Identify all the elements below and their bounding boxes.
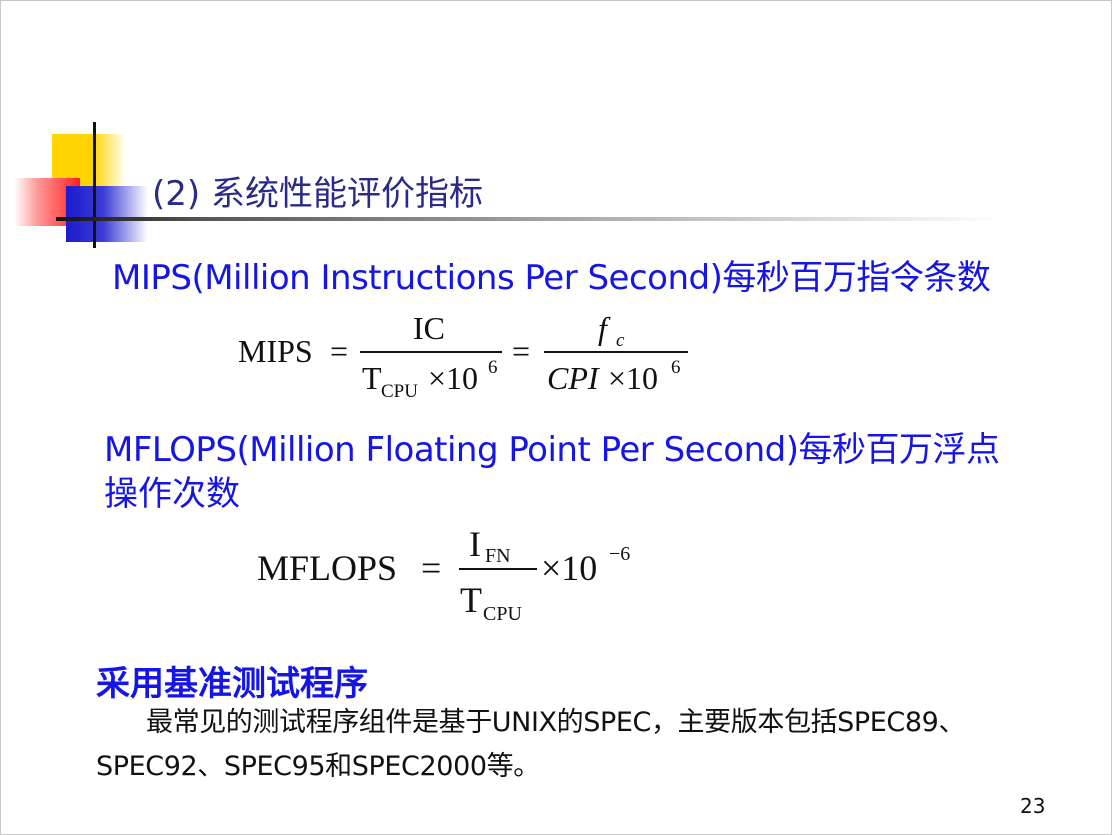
mflops-exp: −6	[609, 543, 630, 565]
slide-title: (2) 系统性能评价指标	[152, 174, 483, 214]
title-underline	[56, 217, 1006, 221]
mips-den-cpu: CPU	[381, 381, 418, 402]
page-number: 23	[1020, 794, 1046, 818]
mips-numerator-ic: IC	[413, 310, 445, 346]
mflops-eq: =	[421, 548, 441, 588]
mips-eq-2: =	[512, 333, 530, 369]
decor-blue-square	[66, 186, 148, 242]
benchmark-heading: 采用基准测试程序	[96, 664, 368, 704]
mflops-lhs: MFLOPS	[257, 548, 397, 588]
mips-den-cpi: CPI	[547, 360, 600, 396]
mips-lhs: MIPS	[238, 333, 313, 369]
mips-den2-times: ×10	[608, 360, 658, 396]
mips-eq-1: =	[330, 333, 348, 369]
mips-den2-exp: 6	[671, 357, 681, 378]
mflops-heading-cont: 操作次数	[104, 474, 240, 514]
mips-heading: MIPS(Million Instructions Per Second)每秒百…	[112, 258, 991, 298]
mflops-den-cpu: CPU	[483, 603, 522, 625]
mips-den-times: ×10	[428, 360, 478, 396]
mflops-times: ×10	[541, 548, 597, 588]
mips-formula: MIPS = IC T CPU ×10 6 = f c CPI ×10 6	[238, 310, 688, 402]
mips-num-f: f	[598, 310, 611, 346]
mips-den-t: T	[362, 360, 382, 396]
benchmark-paragraph-line2: SPEC92、SPEC95和SPEC2000等。	[96, 751, 540, 782]
mflops-den-t: T	[460, 580, 482, 620]
mflops-heading: MFLOPS(Million Floating Point Per Second…	[104, 430, 1000, 470]
benchmark-paragraph-line1: 最常见的测试程序组件是基于UNIX的SPEC，主要版本包括SPEC89、	[146, 707, 966, 738]
mflops-num-i: I	[469, 524, 481, 564]
mips-num-c: c	[616, 330, 625, 351]
mflops-formula: MFLOPS = I FN T CPU ×10 −6	[257, 524, 630, 625]
mips-den-exp: 6	[488, 357, 498, 378]
decor-vertical-line	[93, 122, 96, 248]
mflops-num-fn: FN	[485, 545, 511, 567]
